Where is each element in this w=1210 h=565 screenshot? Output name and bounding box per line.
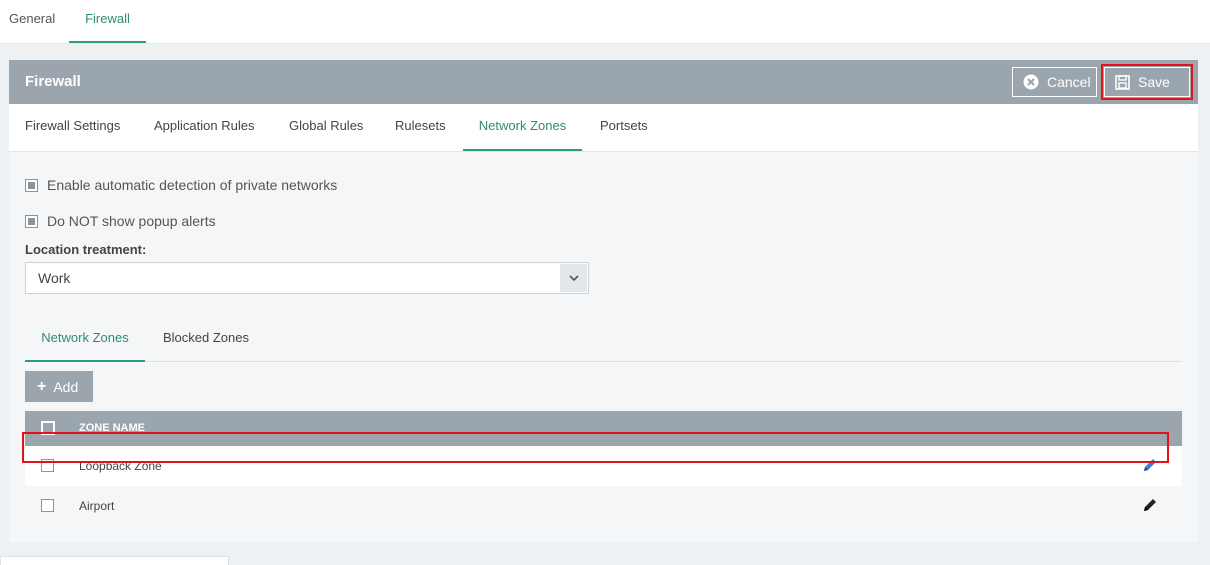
no-popup-option: Do NOT show popup alerts bbox=[25, 213, 216, 229]
row-checkbox[interactable] bbox=[41, 459, 54, 472]
panel-title: Firewall bbox=[25, 73, 81, 90]
tab-blocked-zones[interactable]: Blocked Zones bbox=[163, 317, 249, 362]
tab-network-zones-inner[interactable]: Network Zones bbox=[25, 317, 145, 362]
floppy-disk-icon bbox=[1115, 74, 1130, 90]
add-label: Add bbox=[53, 378, 79, 395]
tab-firewall[interactable]: Firewall bbox=[69, 0, 146, 43]
no-popup-checkbox[interactable] bbox=[25, 214, 38, 228]
add-zone-button[interactable]: + Add bbox=[25, 371, 93, 402]
table-row[interactable]: Loopback Zone bbox=[25, 446, 1182, 486]
save-button[interactable]: Save bbox=[1101, 64, 1193, 100]
table-header: ZONE NAME bbox=[25, 411, 1182, 446]
tab-portsets[interactable]: Portsets bbox=[600, 104, 648, 151]
table-row[interactable]: Airport bbox=[25, 486, 1182, 526]
top-tab-bar: General Firewall bbox=[0, 0, 1210, 44]
tab-application-rules[interactable]: Application Rules bbox=[154, 104, 254, 151]
tab-global-rules[interactable]: Global Rules bbox=[289, 104, 363, 151]
chevron-down-icon[interactable] bbox=[560, 264, 587, 292]
firewall-panel: Firewall Cancel Save Firewall Settings A… bbox=[9, 60, 1198, 542]
zone-name-column-header: ZONE NAME bbox=[79, 422, 145, 434]
bottom-panel-edge bbox=[0, 556, 229, 565]
panel-header: Firewall Cancel Save bbox=[9, 60, 1198, 104]
zone-tabs: Network Zones Blocked Zones bbox=[25, 317, 1182, 362]
row-checkbox[interactable] bbox=[41, 499, 54, 512]
pencil-icon[interactable] bbox=[1142, 457, 1158, 476]
plus-icon: + bbox=[37, 377, 47, 395]
location-treatment-select[interactable]: Work bbox=[25, 262, 589, 294]
location-treatment-label: Location treatment: bbox=[25, 242, 147, 257]
tab-firewall-settings[interactable]: Firewall Settings bbox=[25, 104, 120, 151]
tab-rulesets[interactable]: Rulesets bbox=[395, 104, 446, 151]
cancel-label: Cancel bbox=[1047, 74, 1091, 90]
select-all-checkbox[interactable] bbox=[41, 421, 55, 435]
tab-general[interactable]: General bbox=[9, 0, 55, 43]
auto-detect-label: Enable automatic detection of private ne… bbox=[47, 177, 338, 193]
location-treatment-value: Work bbox=[38, 270, 71, 286]
no-popup-label: Do NOT show popup alerts bbox=[47, 213, 216, 229]
cancel-button[interactable]: Cancel bbox=[1012, 67, 1097, 97]
zone-name: Loopback Zone bbox=[79, 459, 162, 473]
pencil-icon[interactable] bbox=[1142, 497, 1158, 516]
firewall-subtabs: Firewall Settings Application Rules Glob… bbox=[9, 104, 1198, 152]
auto-detect-option: Enable automatic detection of private ne… bbox=[25, 177, 337, 193]
zone-name: Airport bbox=[79, 499, 115, 513]
save-label: Save bbox=[1138, 74, 1170, 90]
tab-network-zones[interactable]: Network Zones bbox=[463, 104, 582, 151]
x-circle-icon bbox=[1023, 74, 1039, 90]
zones-table: ZONE NAME Loopback Zone Airport bbox=[25, 411, 1182, 526]
auto-detect-checkbox[interactable] bbox=[25, 178, 38, 192]
